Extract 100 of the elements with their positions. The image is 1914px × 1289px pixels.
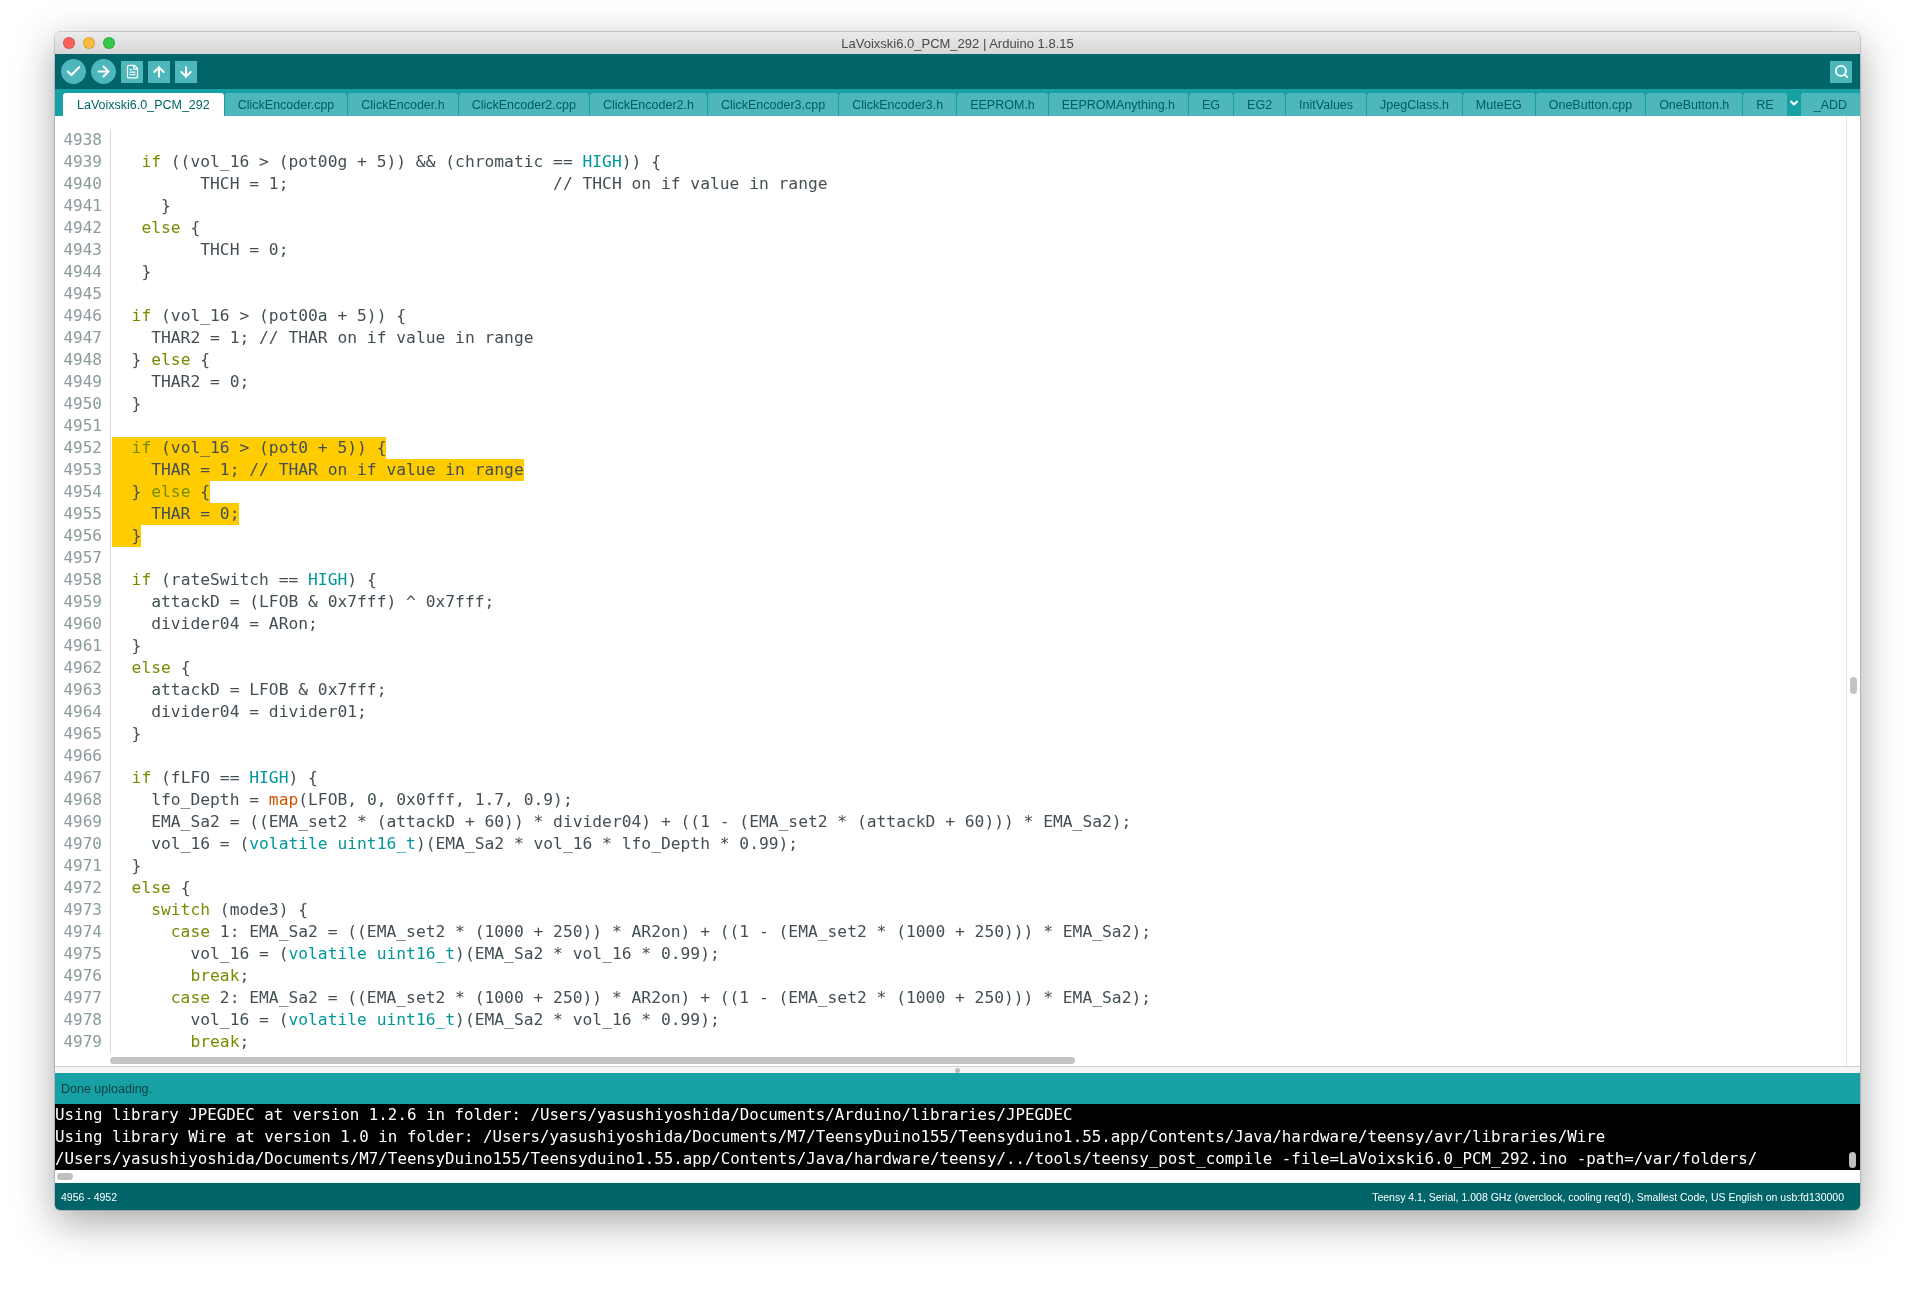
code-line: vol_16 = (volatile uint16_t)(EMA_Sa2 * vol_16 * 0.99);	[189, 943, 720, 965]
line-number: 4951	[55, 415, 111, 437]
code-line: if ((vol_16 > (pot00g + 5)) && (chromatic == HIGH)) {	[140, 151, 661, 173]
line-number: 4967	[55, 767, 111, 789]
line-number: 4950	[55, 393, 111, 415]
line-number: 4973	[55, 899, 111, 921]
status-message: Done uploading.	[61, 1081, 153, 1096]
line-number: 4955	[55, 503, 111, 525]
code-line: case 1: EMA_Sa2 = ((EMA_set2 * (1000 + 250)) * AR2on) + ((1 - (EMA_set2 * (1000 + 250))) * EMA_Sa2);	[169, 921, 1152, 943]
code-line: switch (mode3) {	[150, 899, 309, 921]
line-number: 4974	[55, 921, 111, 943]
line-number: 4966	[55, 745, 111, 767]
line-number: 4947	[55, 327, 111, 349]
console-scrollbar-thumb[interactable]	[1849, 1152, 1856, 1168]
line-number: 4963	[55, 679, 111, 701]
file-tab[interactable]: ClickEncoder3.h	[839, 93, 957, 116]
line-number: 4968	[55, 789, 111, 811]
code-line: else {	[130, 877, 191, 899]
file-tab[interactable]: ClickEncoder3.cpp	[707, 93, 839, 116]
line-range: 4956 - 4952	[61, 1190, 118, 1203]
line-number: 4975	[55, 943, 111, 965]
code-line: else {	[130, 657, 191, 679]
line-number: 4942	[55, 217, 111, 239]
verify-button[interactable]	[61, 59, 86, 84]
open-button[interactable]	[148, 60, 170, 83]
zoom-window-button[interactable]	[103, 37, 115, 49]
code-line: }	[130, 635, 142, 657]
line-number: 4945	[55, 283, 111, 305]
file-tab[interactable]: InitValues	[1286, 93, 1367, 116]
code-line: attackD = LFOB & 0x7fff;	[150, 679, 387, 701]
file-tab[interactable]: LaVoixski6.0_PCM_292	[63, 93, 224, 116]
file-tab[interactable]: OneButton.cpp	[1535, 93, 1646, 116]
line-number: 4944	[55, 261, 111, 283]
console-line: Using library Wire at version 1.0 in folder: /Users/yasushiyoshida/Documents/M7/TeensyDuino155/Teensyduino1.55.app/Contents/Java/hardware/teensy/avr/libraries/Wire	[55, 1126, 1607, 1148]
file-tab[interactable]: ClickEncoder.cpp	[224, 93, 348, 116]
file-tab[interactable]: EG	[1189, 93, 1234, 116]
file-tab[interactable]: ClickEncoder.h	[348, 93, 458, 116]
file-tab[interactable]: ClickEncoder2.h	[589, 93, 707, 116]
line-number: 4938	[55, 129, 111, 151]
code-line: lfo_Depth = map(LFOB, 0, 0x0fff, 1.7, 0.9);	[150, 789, 573, 811]
code-line: else {	[140, 217, 201, 239]
line-number: 4958	[55, 569, 111, 591]
line-number: 4977	[55, 987, 111, 1009]
code-line: }	[140, 261, 152, 283]
board-info: Teensy 4.1, Serial, 1.008 GHz (overclock, cooling req'd), Smallest Code, US English on usb:fd130000	[1372, 1190, 1844, 1203]
console-line: Using library JPEGDEC at version 1.2.6 in folder: /Users/yasushiyoshida/Documents/Arduino/libraries/JPEGDEC	[55, 1104, 1074, 1126]
line-number: 4943	[55, 239, 111, 261]
document-icon	[124, 64, 140, 79]
line-number: 4970	[55, 833, 111, 855]
line-number: 4949	[55, 371, 111, 393]
file-tab[interactable]: JpegClass.h	[1367, 93, 1462, 116]
horizontal-scrollbar-thumb[interactable]	[110, 1056, 1075, 1064]
code-line: divider04 = ARon;	[150, 613, 318, 635]
file-tab[interactable]: EEPROM.h	[957, 93, 1048, 116]
up-arrow-icon	[151, 63, 167, 80]
code-line: if (rateSwitch == HIGH) {	[130, 569, 377, 591]
code-line: vol_16 = (volatile uint16_t)(EMA_Sa2 * vol_16 * lfo_Depth * 0.99);	[150, 833, 799, 855]
line-number: 4961	[55, 635, 111, 657]
code-line: vol_16 = (volatile uint16_t)(EMA_Sa2 * vol_16 * 0.99);	[189, 1009, 720, 1031]
line-number: 4969	[55, 811, 111, 833]
code-line: EMA_Sa2 = ((EMA_set2 * (attackD + 60)) * divider04) + ((1 - (EMA_set2 * (attackD + 60))) * EMA_Sa2);	[150, 811, 1132, 833]
down-arrow-icon	[178, 63, 194, 80]
file-tab[interactable]: RE	[1743, 93, 1787, 116]
code-line: THAR2 = 1; // THAR on if value in range	[150, 327, 534, 349]
save-button[interactable]	[175, 60, 197, 83]
code-line: case 2: EMA_Sa2 = ((EMA_set2 * (1000 + 250)) * AR2on) + ((1 - (EMA_set2 * (1000 + 250))) * EMA_Sa2);	[169, 987, 1152, 1009]
file-tab[interactable]: OneButton.h	[1646, 93, 1743, 116]
code-line: }	[130, 393, 142, 415]
line-number: 4976	[55, 965, 111, 987]
line-number: 4957	[55, 547, 111, 569]
file-tab[interactable]: EG2	[1234, 93, 1286, 116]
close-window-button[interactable]	[63, 37, 75, 49]
line-number: 4952	[55, 437, 111, 459]
console-line: /Users/yasushiyoshida/Documents/M7/TeensyDuino155/Teensyduino1.55.app/Contents/Java/hardware/teensy/../tools/teensy_post_compile -file=LaVoixski6.0_PCM_292.ino -path=/var/folders/	[55, 1148, 1759, 1170]
line-number: 4964	[55, 701, 111, 723]
code-line: break;	[189, 965, 250, 987]
line-number: 4960	[55, 613, 111, 635]
code-line: THCH = 1; // THCH on if value in range	[199, 173, 828, 195]
line-number: 4940	[55, 173, 111, 195]
code-line: attackD = (LFOB & 0x7fff) ^ 0x7fff;	[150, 591, 495, 613]
vertical-scrollbar-thumb[interactable]	[1850, 677, 1857, 694]
serial-monitor-button[interactable]	[1830, 60, 1852, 83]
file-tab[interactable]: EEPROMAnything.h	[1048, 93, 1188, 116]
code-line: } else {	[130, 349, 211, 371]
file-tab[interactable]: MuteEG	[1462, 93, 1535, 116]
splitter-handle[interactable]	[955, 1067, 960, 1073]
file-tab[interactable]: ClickEncoder2.cpp	[458, 93, 589, 116]
code-line: if (fLFO == HIGH) {	[130, 767, 318, 789]
code-line: if (vol_16 > (pot00a + 5)) {	[130, 305, 407, 327]
new-sketch-button[interactable]	[121, 60, 143, 83]
code-line: }	[130, 855, 142, 877]
upload-button[interactable]	[91, 59, 116, 84]
code-line: THAR2 = 0;	[150, 371, 250, 393]
line-number: 4941	[55, 195, 111, 217]
code-line: THCH = 0;	[199, 239, 289, 261]
file-tab[interactable]: _ADD	[1800, 93, 1860, 116]
line-number: 4954	[55, 481, 111, 503]
code-line: }	[130, 723, 142, 745]
console-horizontal-scrollbar-thumb[interactable]	[57, 1173, 73, 1180]
minimize-window-button[interactable]	[83, 37, 95, 49]
